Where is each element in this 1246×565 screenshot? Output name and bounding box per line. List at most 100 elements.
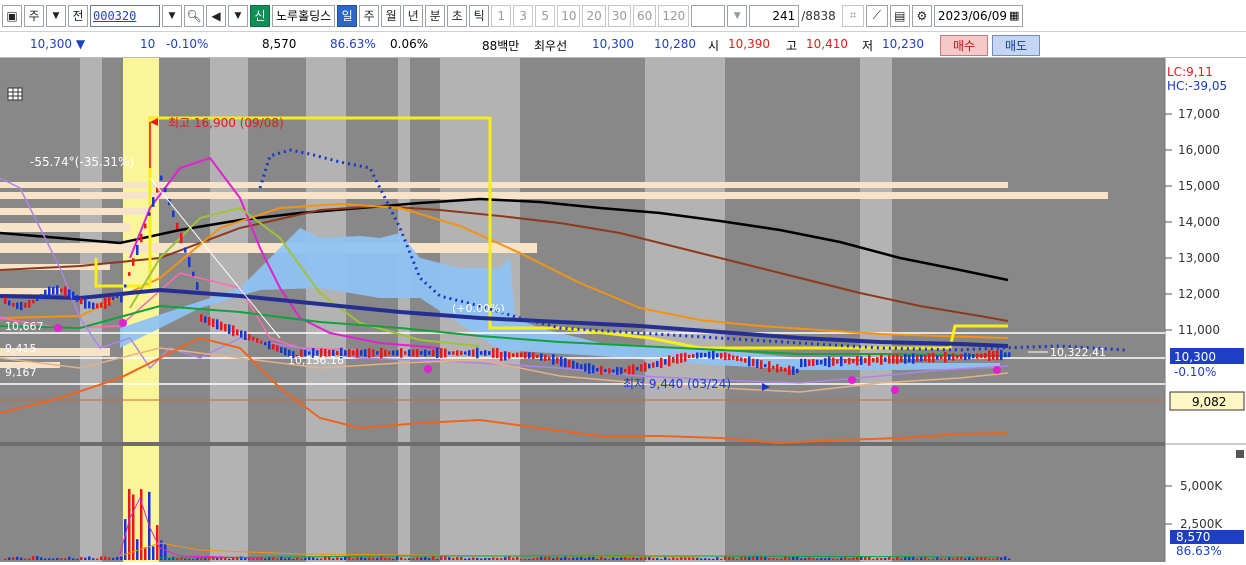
volume-bar <box>440 556 443 560</box>
angle-annotation: -55.74°(-35.31%) <box>30 155 134 169</box>
candle <box>828 356 831 368</box>
candle <box>556 357 559 364</box>
volume-bar <box>740 557 743 560</box>
candle <box>468 350 471 356</box>
volume-bar <box>876 557 879 560</box>
volume-bar <box>608 558 611 560</box>
volume-bar <box>476 557 479 560</box>
candle <box>764 364 767 368</box>
candle <box>144 223 147 229</box>
volume-bar <box>276 558 279 560</box>
date-input[interactable]: 2023/06/09 ▦ <box>933 4 1024 27</box>
period-day-tab[interactable]: 일 <box>337 4 358 27</box>
candle <box>1000 349 1003 361</box>
market-select[interactable]: 주 <box>24 4 44 27</box>
volume-bar <box>588 556 591 560</box>
candle <box>840 356 843 367</box>
interval-120[interactable]: 120 <box>658 4 690 27</box>
volume-bar <box>356 557 359 560</box>
chevron-down-icon[interactable]: ▼ <box>46 4 66 27</box>
candle <box>136 244 139 256</box>
settings-gear-icon[interactable]: ⚙ <box>911 4 932 27</box>
window-menu-icon[interactable]: ▣ <box>2 4 22 27</box>
interval-20[interactable]: 20 <box>582 4 606 27</box>
period-week-tab[interactable]: 주 <box>359 4 380 27</box>
candle <box>396 350 399 356</box>
volume-bar <box>904 556 907 560</box>
volume-bar <box>384 557 387 560</box>
candle <box>116 293 119 299</box>
candle <box>600 365 603 375</box>
interval-custom-input[interactable] <box>691 4 726 27</box>
calendar-icon[interactable]: ▦ <box>1009 9 1019 22</box>
interval-dropdown-icon[interactable]: ▼ <box>727 4 748 27</box>
stock-code-input[interactable]: 000320 <box>90 4 160 27</box>
code-dropdown-icon[interactable]: ▼ <box>162 4 182 27</box>
bar-count-input[interactable]: 241 <box>749 4 800 27</box>
candle <box>384 349 387 357</box>
candle <box>100 302 103 308</box>
volume-bar <box>496 557 499 560</box>
panel-divider[interactable] <box>0 442 1165 446</box>
candle <box>280 347 283 353</box>
candle <box>472 349 475 357</box>
table-toggle-icon[interactable] <box>7 87 23 101</box>
candle <box>392 350 395 356</box>
candle <box>968 353 971 360</box>
volume-bar <box>392 558 395 560</box>
save-icon[interactable]: ▤ <box>889 4 910 27</box>
stock-chart[interactable]: 최고 16,900 (09/08) -55.74°(-35.31%) 10,66… <box>0 58 1246 562</box>
volume-bar <box>880 558 883 560</box>
chart-canvas[interactable]: 최고 16,900 (09/08) -55.74°(-35.31%) 10,66… <box>0 58 1246 562</box>
interval-1[interactable]: 1 <box>491 4 512 27</box>
candle <box>460 350 463 356</box>
period-month-tab[interactable]: 월 <box>381 4 402 27</box>
volume-tag: 8,570 <box>1176 530 1210 544</box>
volume-bar <box>1008 558 1011 560</box>
panel-close-icon[interactable] <box>1236 450 1244 458</box>
volume-bar <box>112 557 115 560</box>
period-tick-tab[interactable]: 틱 <box>469 4 490 27</box>
candle <box>568 359 571 368</box>
compare-icon[interactable]: ⌗ <box>841 4 864 27</box>
candle <box>792 366 795 375</box>
credit-badge[interactable]: 신 <box>250 4 270 27</box>
prev-button[interactable]: 전 <box>68 4 88 27</box>
volume-bar <box>976 557 979 560</box>
candle <box>388 351 391 355</box>
candle <box>836 359 839 364</box>
candle <box>520 352 523 358</box>
candle <box>488 351 491 355</box>
volume-bar <box>860 556 863 560</box>
volume-bar <box>432 556 435 560</box>
candle <box>352 350 355 356</box>
period-minute-tab[interactable]: 분 <box>425 4 446 27</box>
period-second-tab[interactable]: 초 <box>447 4 468 27</box>
volume-bar <box>772 558 775 560</box>
volume-bar <box>584 558 587 560</box>
interval-60[interactable]: 60 <box>633 4 657 27</box>
volume-bar <box>404 558 407 560</box>
volume-bar <box>984 557 987 560</box>
interval-10[interactable]: 10 <box>557 4 581 27</box>
candle <box>704 352 707 358</box>
candle <box>908 355 911 363</box>
candle <box>876 357 879 363</box>
volume-bar <box>648 556 651 560</box>
buy-button[interactable]: 매수 <box>940 35 988 56</box>
interval-3[interactable]: 3 <box>513 4 534 27</box>
trend-tool-icon[interactable]: ⟋ <box>865 4 888 27</box>
sound-dropdown-icon[interactable]: ▼ <box>228 4 248 27</box>
period-year-tab[interactable]: 년 <box>403 4 424 27</box>
sound-icon[interactable]: ◀︎ <box>206 4 226 27</box>
candle <box>900 355 903 363</box>
volume-bar <box>80 557 83 560</box>
sell-button[interactable]: 매도 <box>992 35 1040 56</box>
volume-bar <box>676 558 679 560</box>
interval-30[interactable]: 30 <box>607 4 632 27</box>
interval-5[interactable]: 5 <box>535 4 556 27</box>
volume-bar <box>604 558 607 560</box>
search-icon[interactable]: 🔍︎ <box>184 4 204 27</box>
candle <box>580 364 583 370</box>
candle <box>912 353 915 364</box>
